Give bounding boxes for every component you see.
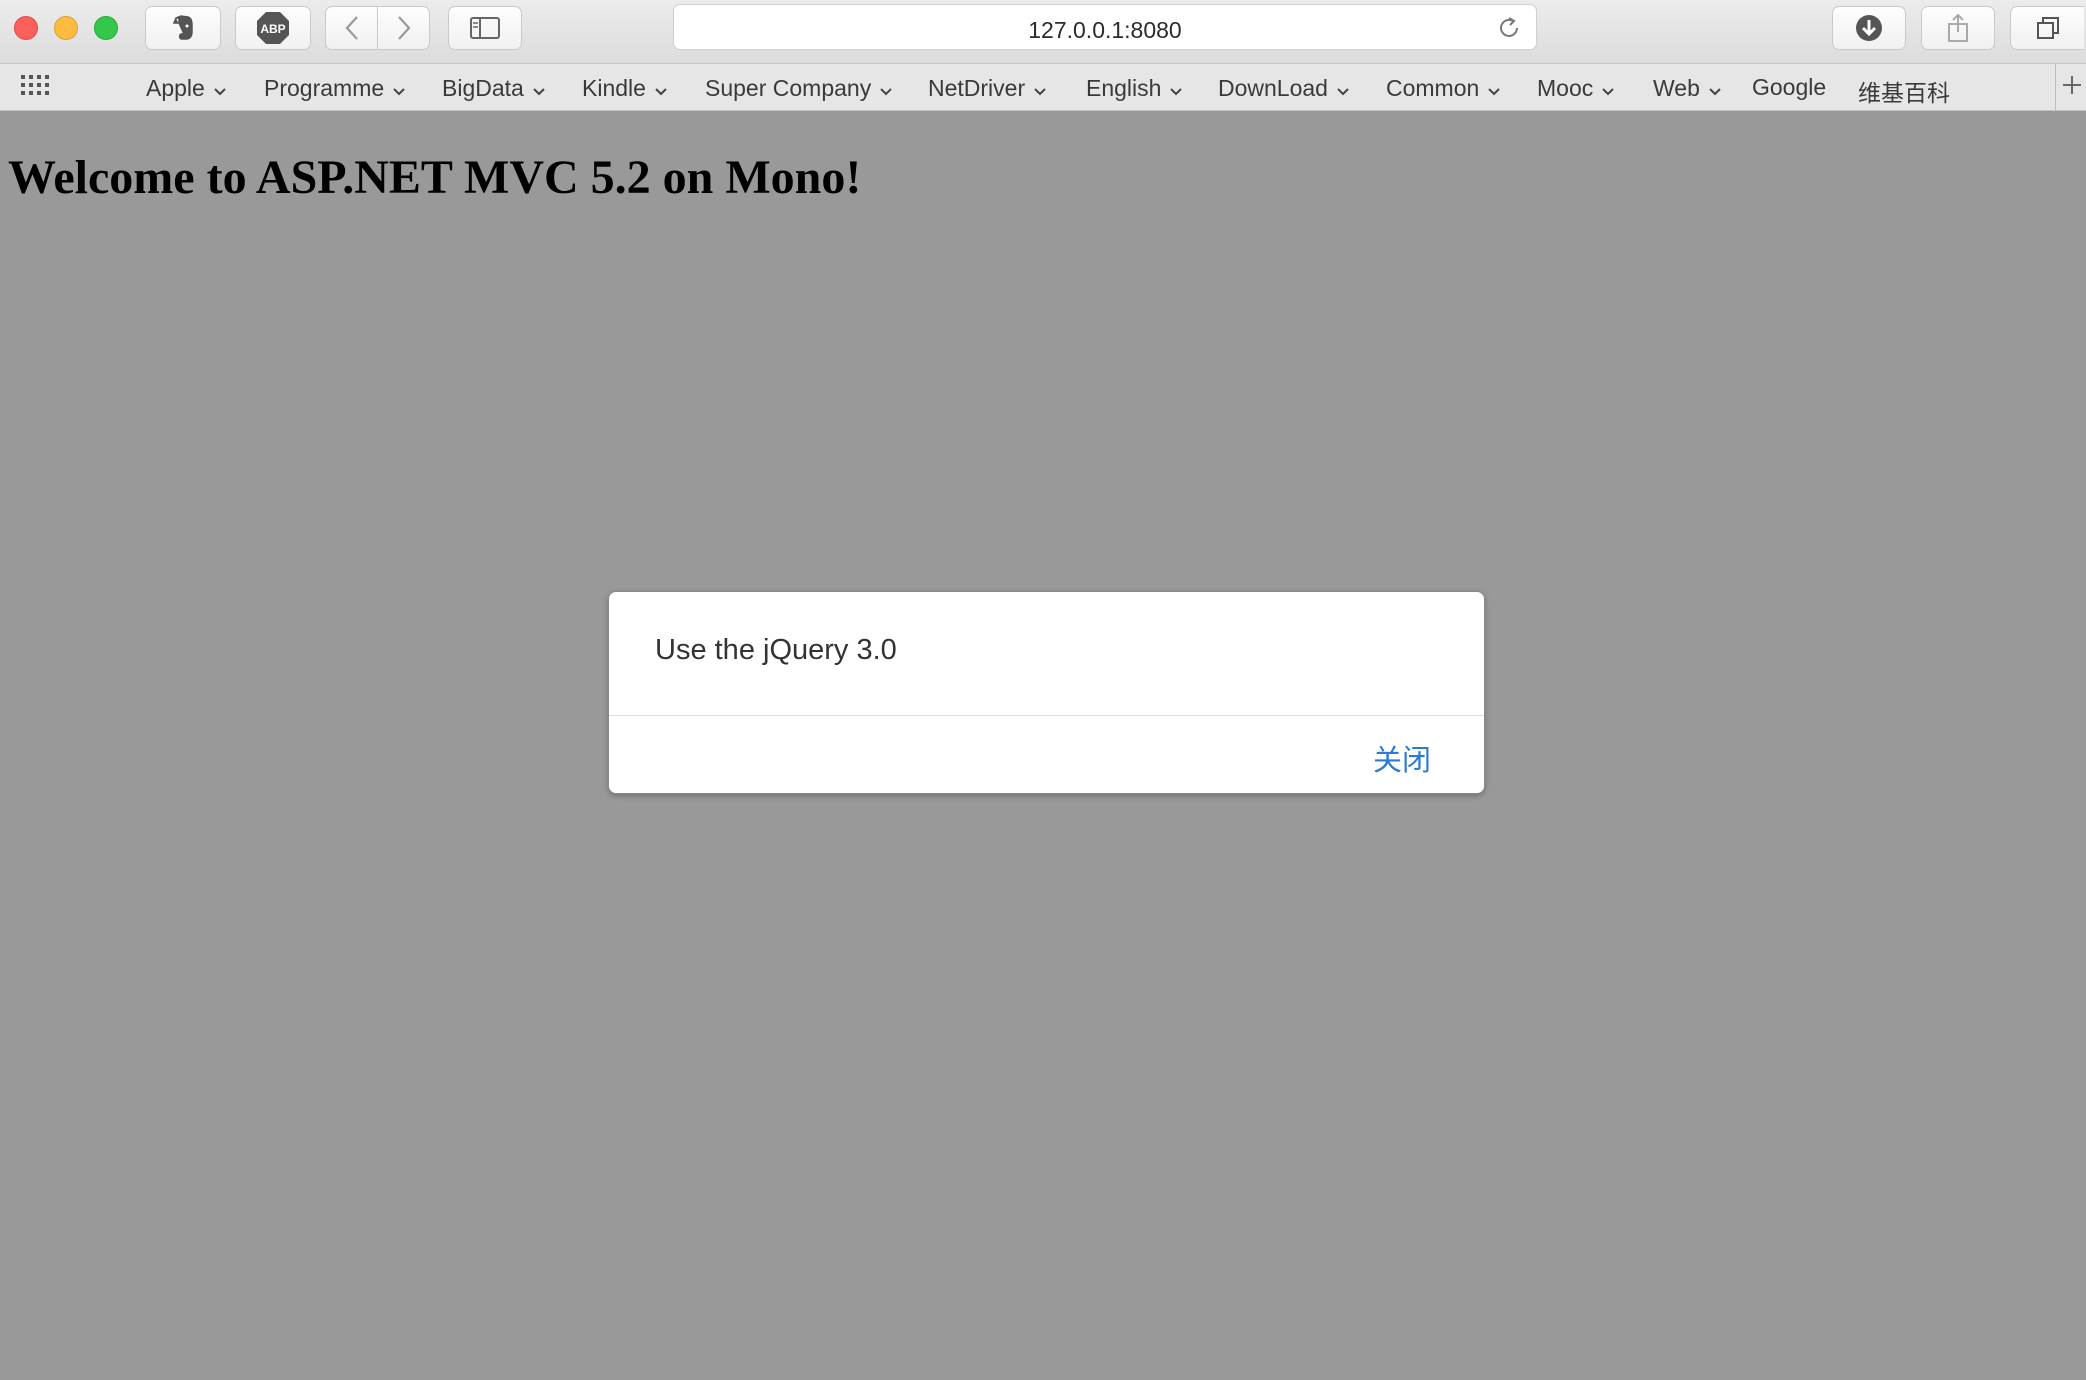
bookmark-label: Google — [1752, 74, 1827, 100]
sidebar-icon — [470, 17, 500, 39]
window-close-button[interactable] — [14, 16, 38, 40]
chevron-down-icon — [1708, 76, 1722, 103]
adblock-icon: ABP — [256, 11, 290, 45]
tabs-icon — [2035, 15, 2061, 41]
address-url: 127.0.0.1:8080 — [1028, 17, 1182, 43]
bookmark-label: Kindle — [582, 75, 646, 101]
evernote-icon — [170, 14, 196, 42]
chevron-down-icon — [1487, 76, 1501, 103]
chevron-down-icon — [654, 76, 668, 103]
alert-dialog: Use the jQuery 3.0 关闭 — [608, 591, 1485, 794]
chevron-down-icon — [213, 76, 227, 103]
share-button[interactable] — [1921, 6, 1995, 50]
bookmark-label: NetDriver — [928, 75, 1026, 101]
tab-overview-button[interactable] — [2010, 6, 2084, 50]
bookmark-label: Mooc — [1537, 75, 1594, 101]
bookmark-google[interactable]: Google — [1752, 74, 1826, 101]
bookmark-label: Common — [1386, 75, 1480, 101]
bookmark-folder-download[interactable]: DownLoad — [1218, 74, 1350, 103]
share-icon — [1945, 13, 1971, 43]
bookmark-folder-english[interactable]: English — [1086, 74, 1183, 103]
downloads-button[interactable] — [1832, 6, 1906, 50]
bookmark-label: Programme — [264, 75, 385, 101]
download-icon — [1855, 14, 1883, 42]
bookmark-folder-apple[interactable]: Apple — [146, 74, 227, 103]
page-title: Welcome to ASP.NET MVC 5.2 on Mono! — [8, 151, 862, 204]
dialog-divider — [609, 715, 1484, 716]
bookmark-label: Apple — [146, 75, 205, 101]
address-bar[interactable]: 127.0.0.1:8080 — [673, 4, 1537, 50]
chevron-down-icon — [1033, 76, 1047, 103]
window-zoom-button[interactable] — [94, 16, 118, 40]
window-minimize-button[interactable] — [54, 16, 78, 40]
chevron-down-icon — [1169, 76, 1183, 103]
bookmarks-bar: Apple Programme BigData Kindle Super Com… — [0, 64, 2086, 111]
bookmark-folder-mooc[interactable]: Mooc — [1537, 74, 1615, 103]
bookmark-wikipedia[interactable]: 维基百科 — [1858, 74, 1950, 108]
chevron-down-icon — [879, 76, 893, 103]
add-bookmark-button[interactable] — [2055, 64, 2086, 110]
back-button[interactable] — [325, 6, 378, 50]
bookmark-folder-programme[interactable]: Programme — [264, 74, 406, 103]
plus-icon — [2062, 75, 2082, 100]
bookmark-label: Web — [1653, 75, 1700, 101]
bookmark-label: DownLoad — [1218, 75, 1328, 101]
reload-icon[interactable] — [1496, 15, 1522, 46]
evernote-extension-button[interactable] — [145, 6, 221, 50]
bookmark-label: English — [1086, 75, 1162, 101]
bookmark-folder-common[interactable]: Common — [1386, 74, 1501, 103]
bookmark-label: 维基百科 — [1858, 80, 1950, 106]
chevron-down-icon — [532, 76, 546, 103]
chevron-left-icon — [344, 15, 360, 41]
bookmark-folder-netdriver[interactable]: NetDriver — [928, 74, 1047, 103]
chevron-right-icon — [396, 15, 412, 41]
chevron-down-icon — [1601, 76, 1615, 103]
forward-button[interactable] — [378, 6, 430, 50]
bookmark-folder-super-company[interactable]: Super Company — [705, 74, 893, 103]
bookmark-folder-bigdata[interactable]: BigData — [442, 74, 546, 103]
browser-toolbar: ABP 127.0.0.1:8080 — [0, 0, 2086, 64]
chevron-down-icon — [392, 76, 406, 103]
bookmark-label: BigData — [442, 75, 524, 101]
adblock-label: ABP — [260, 22, 285, 36]
sidebar-toggle-button[interactable] — [448, 6, 522, 50]
bookmark-label: Super Company — [705, 75, 872, 101]
chevron-down-icon — [1336, 76, 1350, 103]
dialog-close-button[interactable]: 关闭 — [1373, 737, 1431, 779]
adblock-extension-button[interactable]: ABP — [235, 6, 311, 50]
dialog-message: Use the jQuery 3.0 — [655, 634, 897, 666]
top-sites-grid-icon[interactable] — [21, 75, 51, 104]
bookmark-folder-web[interactable]: Web — [1653, 74, 1722, 103]
bookmark-folder-kindle[interactable]: Kindle — [582, 74, 668, 103]
